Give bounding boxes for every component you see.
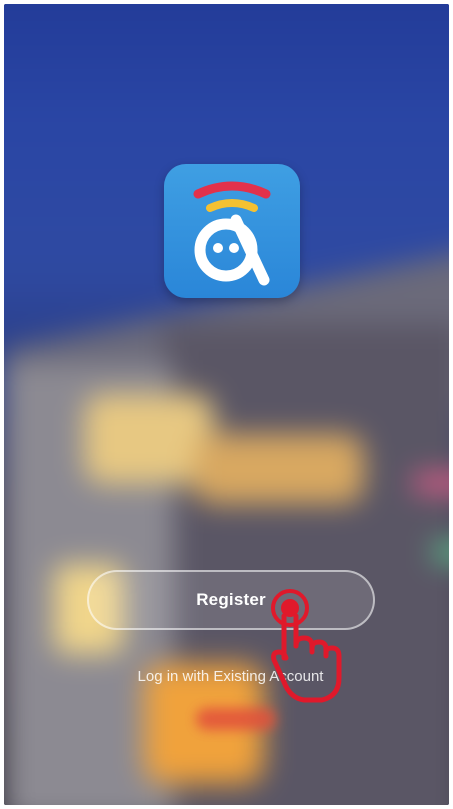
neon-light — [434, 544, 449, 560]
window-light — [194, 434, 364, 504]
neon-light — [414, 474, 449, 492]
tap-hand-icon — [266, 586, 356, 706]
register-button-label: Register — [196, 590, 266, 609]
app-logo-icon — [164, 164, 300, 298]
login-existing-account-link[interactable]: Log in with Existing Account — [44, 668, 417, 685]
blurred-element — [196, 708, 276, 730]
phone-screen: Register Log in with Existing Account — [4, 4, 449, 805]
